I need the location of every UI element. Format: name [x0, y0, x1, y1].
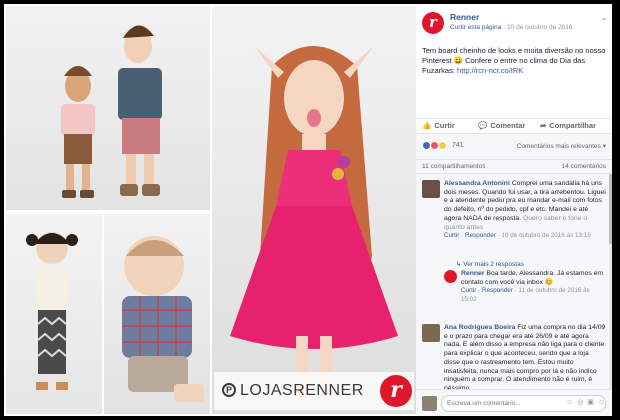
facebook-post-panel: r Renner Curtir esta página · 10 de outu… [416, 4, 612, 416]
reactions-bar: 741 Comentários mais relevantes ▾ [416, 133, 612, 159]
comment-like-link[interactable]: Curtir [444, 232, 459, 239]
reply-like-link[interactable]: Curtir [461, 287, 476, 294]
post-options-chevron-icon[interactable]: ⌄ [600, 12, 608, 23]
commenter-name[interactable]: Ana Rodrigues Boeira [444, 324, 515, 331]
post-date[interactable]: 10 de outubro de 2016 [507, 24, 572, 31]
page-avatar[interactable]: r [422, 12, 444, 34]
write-comment-bar: ☺ ◎ ▣ ☺ [416, 389, 612, 416]
comment-body: Ana Rodrigues Boeira Fiz uma compra no d… [444, 324, 606, 394]
post-header: r Renner Curtir esta página · 10 de outu… [422, 12, 608, 42]
post-text: Tem board cheinho de looks e muita diver… [422, 46, 606, 76]
post-photo-collage[interactable]: P LOJASRENNER r [4, 4, 416, 416]
share-label: Compartilhar [549, 121, 596, 130]
thumbs-up-icon: 👍 [422, 121, 432, 130]
pinterest-icon: P [222, 383, 236, 397]
comment-item: Ana Rodrigues Boeira Fiz uma compra no d… [422, 324, 606, 392]
boys-illustration [61, 25, 162, 198]
share-button[interactable]: ➦ Compartilhar [540, 121, 596, 130]
comment-text: Fiz uma compra no dia 14/09 e o prazo pa… [444, 324, 606, 392]
comment-button[interactable]: 💬 Comentar [478, 121, 525, 130]
comment-date[interactable]: 10 de outubro de 2016 às 13:19 [501, 232, 590, 239]
like-button[interactable]: 👍 Curtir [422, 121, 455, 130]
post-action-bar: 👍 Curtir 💬 Comentar ➦ Compartilhar [416, 118, 612, 132]
shares-count[interactable]: 11 compartilhamentos [422, 163, 485, 170]
comments-count[interactable]: 14 comentários [562, 163, 606, 170]
photo-girl-pink-dress[interactable] [212, 6, 416, 414]
view-more-replies-link[interactable]: ↳ Ver mais 2 respostas [456, 260, 524, 268]
follow-page-link[interactable]: Curtir esta página [450, 24, 501, 31]
reply-body: Renner Boa tarde, Alessandra. Já estamos… [461, 270, 605, 305]
comment-footer: Curtir · Responder · 10 de outubro de 20… [444, 232, 591, 240]
viewer-avatar [422, 396, 437, 411]
post-link[interactable]: http://rcn-ncr.co/IRK [457, 66, 523, 75]
commenter-avatar[interactable] [422, 180, 440, 198]
photo-baby-boy[interactable] [104, 214, 210, 414]
comment-icon: 💬 [478, 121, 488, 130]
watermark-text: LOJASRENNER [240, 382, 364, 399]
post-meta: Curtir esta página · 10 de outubro de 20… [450, 24, 573, 31]
reply-author-name[interactable]: Renner [461, 270, 484, 277]
toddler-girl-illustration [26, 232, 78, 390]
baby-boy-illustration [122, 236, 204, 402]
reply-date[interactable]: 11 de outubro de 2016 às 15:02 [461, 287, 590, 303]
comments-list: Alessandra Antonini Comprei uma sandália… [416, 173, 612, 392]
photo-toddler-girl[interactable] [6, 214, 102, 414]
comment-label: Comentar [490, 121, 526, 130]
reply-item: Renner Boa tarde, Alessandra. Já estamos… [444, 270, 606, 320]
commenter-name[interactable]: Alessandra Antonini [444, 180, 510, 187]
share-icon: ➦ [540, 121, 547, 130]
engagement-counts: 11 compartilhamentos 14 comentários [416, 159, 612, 173]
comment-attachment-icons[interactable]: ☺ ◎ ▣ ☺ [566, 398, 606, 406]
comment-item: Alessandra Antonini Comprei uma sandália… [422, 180, 606, 258]
pinterest-watermark-bar: P LOJASRENNER r [214, 372, 414, 410]
comments-scrollbar-thumb[interactable] [609, 174, 612, 244]
reply-reply-link[interactable]: Responder [482, 287, 513, 294]
like-label: Curtir [434, 121, 455, 130]
comment-sort-dropdown[interactable]: Comentários mais relevantes ▾ [517, 142, 606, 150]
commenter-avatar[interactable] [422, 324, 440, 342]
renner-reply-avatar[interactable] [444, 270, 457, 283]
comment-reply-link[interactable]: Responder [465, 232, 496, 239]
screenshot-frame: P LOJASRENNER r r Renner Curtir esta pág… [0, 0, 620, 420]
photo-two-boys[interactable] [6, 6, 210, 210]
haha-reaction-icon[interactable] [438, 141, 447, 150]
comment-body: Alessandra Antonini Comprei uma sandália… [444, 180, 606, 241]
page-name-link[interactable]: Renner [450, 12, 479, 22]
renner-logo: r [380, 375, 412, 407]
reaction-count[interactable]: 741 [452, 142, 464, 149]
reply-footer: Curtir · Responder · 11 de outubro de 20… [461, 287, 590, 304]
girl-pink-dress-illustration [230, 46, 398, 402]
